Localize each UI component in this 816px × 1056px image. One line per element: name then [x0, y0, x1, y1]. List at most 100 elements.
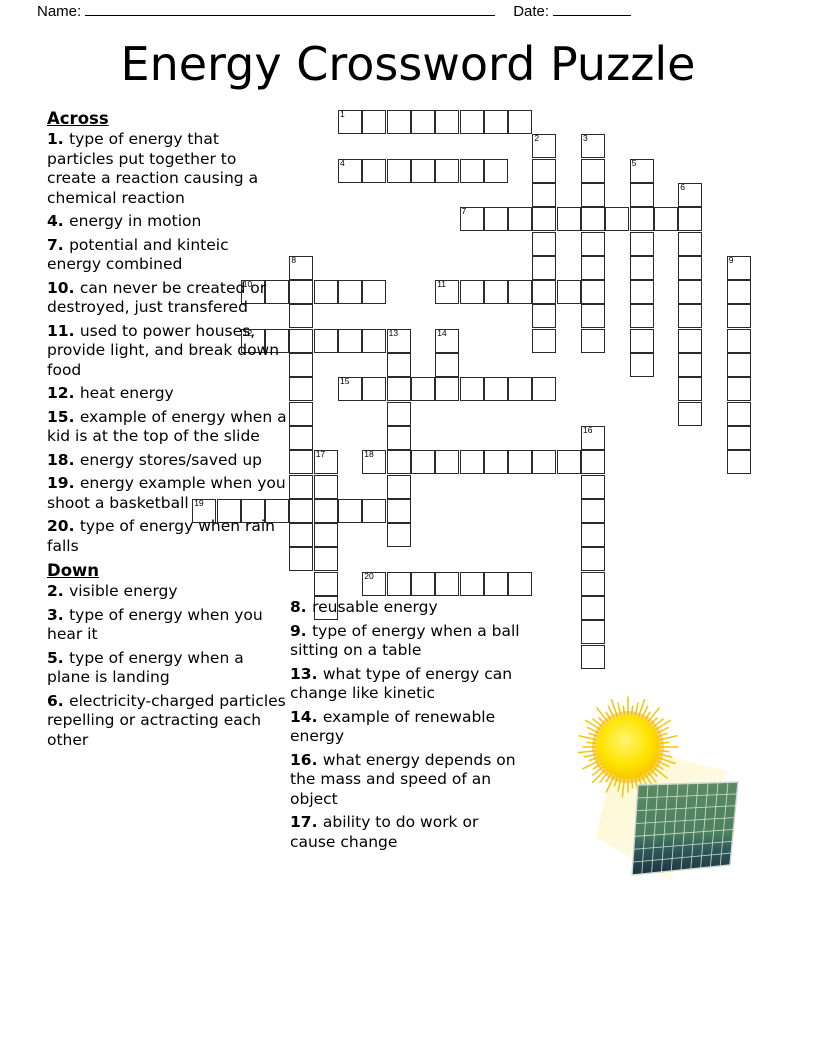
grid-cell[interactable] — [532, 280, 557, 305]
grid-cell[interactable] — [508, 450, 533, 475]
grid-cell[interactable] — [581, 304, 605, 329]
grid-cell[interactable] — [313, 280, 338, 305]
grid-cell[interactable]: 16 — [581, 425, 605, 450]
grid-cell[interactable] — [581, 644, 605, 669]
grid-cell[interactable] — [386, 450, 411, 475]
grid-cell[interactable] — [483, 571, 508, 596]
grid-cell[interactable] — [289, 328, 314, 353]
grid-cell[interactable] — [629, 255, 654, 280]
grid-cell[interactable] — [435, 571, 460, 596]
grid-cell[interactable] — [678, 377, 703, 402]
grid-cell[interactable] — [289, 304, 314, 329]
grid-cell[interactable] — [386, 498, 411, 523]
grid-cell[interactable] — [386, 474, 411, 499]
grid-cell[interactable]: 18 — [362, 450, 387, 475]
grid-cell[interactable] — [435, 158, 460, 183]
grid-cell[interactable] — [629, 328, 654, 353]
grid-cell[interactable] — [581, 158, 605, 183]
grid-cell[interactable] — [483, 110, 508, 134]
grid-cell[interactable] — [532, 207, 557, 232]
grid-cell[interactable] — [581, 547, 605, 572]
grid-cell[interactable] — [629, 280, 654, 305]
grid-cell[interactable] — [386, 571, 411, 596]
grid-cell[interactable] — [581, 523, 605, 548]
grid-cell[interactable] — [581, 182, 605, 207]
grid-cell[interactable] — [532, 158, 557, 183]
grid-cell[interactable] — [313, 498, 338, 523]
grid-cell[interactable] — [629, 231, 654, 256]
grid-cell[interactable] — [678, 255, 703, 280]
grid-cell[interactable] — [459, 158, 484, 183]
grid-cell[interactable] — [289, 353, 314, 377]
grid-cell[interactable] — [556, 207, 581, 232]
grid-cell[interactable]: 3 — [581, 134, 605, 159]
grid-cell[interactable] — [410, 110, 435, 134]
grid-cell[interactable] — [289, 401, 314, 426]
grid-cell[interactable] — [435, 377, 460, 402]
grid-cell[interactable] — [532, 377, 557, 402]
grid-cell[interactable] — [435, 110, 460, 134]
grid-cell[interactable] — [581, 328, 605, 353]
grid-cell[interactable] — [629, 182, 654, 207]
grid-cell[interactable] — [532, 304, 557, 329]
grid-cell[interactable] — [313, 328, 338, 353]
grid-cell[interactable] — [362, 377, 387, 402]
grid-cell[interactable] — [532, 182, 557, 207]
grid-cell[interactable] — [410, 158, 435, 183]
grid-cell[interactable] — [410, 450, 435, 475]
grid-cell[interactable] — [532, 450, 557, 475]
grid-cell[interactable] — [678, 280, 703, 305]
grid-cell[interactable] — [289, 377, 314, 402]
grid-cell[interactable] — [508, 377, 533, 402]
grid-cell[interactable] — [508, 571, 533, 596]
grid-cell[interactable]: 8 — [289, 255, 314, 280]
grid-cell[interactable] — [678, 353, 703, 377]
grid-cell[interactable] — [678, 207, 703, 232]
grid-cell[interactable] — [726, 450, 751, 475]
grid-cell[interactable] — [313, 523, 338, 548]
grid-cell[interactable] — [508, 207, 533, 232]
grid-cell[interactable]: 11 — [435, 280, 460, 305]
grid-cell[interactable] — [532, 328, 557, 353]
grid-cell[interactable] — [313, 474, 338, 499]
grid-cell[interactable]: 2 — [532, 134, 557, 159]
grid-cell[interactable] — [289, 498, 314, 523]
grid-cell[interactable]: 14 — [435, 328, 460, 353]
grid-cell[interactable] — [386, 523, 411, 548]
grid-cell[interactable]: 9 — [726, 255, 751, 280]
grid-cell[interactable] — [386, 425, 411, 450]
grid-cell[interactable]: 4 — [338, 158, 362, 183]
grid-cell[interactable] — [435, 450, 460, 475]
grid-cell[interactable] — [386, 110, 411, 134]
grid-cell[interactable] — [678, 328, 703, 353]
grid-cell[interactable] — [483, 207, 508, 232]
grid-cell[interactable] — [726, 280, 751, 305]
grid-cell[interactable] — [556, 280, 581, 305]
grid-cell[interactable] — [313, 547, 338, 572]
grid-cell[interactable] — [459, 571, 484, 596]
grid-cell[interactable] — [483, 450, 508, 475]
grid-cell[interactable]: 1 — [338, 110, 362, 134]
grid-cell[interactable] — [289, 523, 314, 548]
grid-cell[interactable] — [581, 498, 605, 523]
grid-cell[interactable] — [678, 304, 703, 329]
grid-cell[interactable] — [726, 401, 751, 426]
grid-cell[interactable] — [556, 450, 581, 475]
grid-cell[interactable] — [726, 425, 751, 450]
grid-cell[interactable] — [289, 547, 314, 572]
grid-cell[interactable] — [459, 377, 484, 402]
grid-cell[interactable] — [289, 425, 314, 450]
grid-cell[interactable]: 17 — [313, 450, 338, 475]
grid-cell[interactable] — [410, 377, 435, 402]
grid-cell[interactable] — [581, 207, 605, 232]
grid-cell[interactable] — [581, 474, 605, 499]
grid-cell[interactable] — [338, 498, 362, 523]
grid-cell[interactable] — [386, 158, 411, 183]
grid-cell[interactable] — [459, 280, 484, 305]
grid-cell[interactable] — [629, 353, 654, 377]
grid-cell[interactable] — [726, 377, 751, 402]
grid-cell[interactable] — [581, 450, 605, 475]
grid-cell[interactable] — [581, 620, 605, 645]
grid-cell[interactable] — [435, 353, 460, 377]
grid-cell[interactable] — [386, 377, 411, 402]
